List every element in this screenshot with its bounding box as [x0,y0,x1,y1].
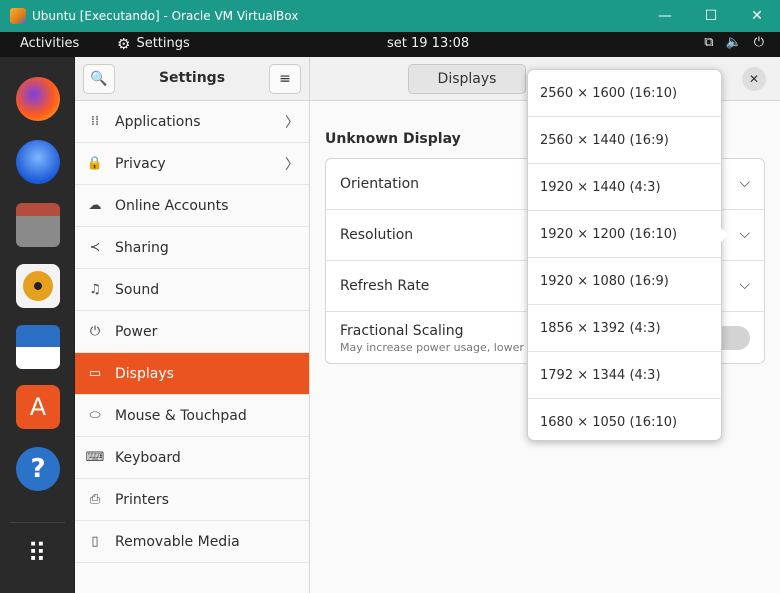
mouse-touchpad-icon: ⬭ [89,408,101,423]
libreoffice-writer-icon[interactable] [16,325,60,369]
resolution-option[interactable]: 1856 × 1392 (4:3) [528,305,721,352]
printers-icon: ⎙ [89,492,101,507]
sidebar-item-removable-media[interactable]: ▯ Removable Media [75,521,309,563]
chevron-down-icon: ⌵ [739,175,750,191]
show-apps-icon[interactable]: ⠿ [16,532,60,576]
dock-separator [10,522,65,523]
sidebar-header: 🔍 Settings ≡ [75,57,310,101]
volume-icon: 🔈 [725,35,742,50]
fractional-scaling-label: Fractional Scaling [340,323,464,339]
refresh-rate-label: Refresh Rate [340,278,430,294]
online-accounts-icon: ☁ [88,198,102,213]
sidebar-item-label: Online Accounts [115,197,229,214]
close-icon: ✕ [748,72,760,86]
rhythmbox-icon[interactable] [16,264,60,308]
sidebar-item-label: Applications [115,113,201,130]
minimize-button[interactable]: — [642,0,688,32]
resolution-option[interactable]: 2560 × 1600 (16:10) [528,70,721,117]
chevron-right-icon: 〉 [285,156,299,173]
clock[interactable]: set 19 13:08 [387,36,469,51]
sidebar-item-displays[interactable]: ▭ Displays [75,353,309,395]
power-icon: ⏻ [89,324,101,339]
close-window-button[interactable]: ✕ [734,0,780,32]
close-button[interactable]: ✕ [742,67,766,91]
popover-arrow [721,228,728,242]
activities-button[interactable]: Activities [20,36,79,51]
hamburger-icon: ≡ [279,71,291,87]
privacy-icon: 🔒 [86,156,104,171]
virtualbox-icon [10,8,26,24]
sidebar-item-applications[interactable]: ⁞⁞ Applications 〉 [75,101,309,143]
resolution-dropdown: 2560 × 1600 (16:10) 2560 × 1440 (16:9) 192… [527,69,722,441]
resolution-option[interactable]: 2560 × 1440 (16:9) [528,117,721,164]
sidebar-item-label: Displays [115,365,174,382]
menu-button[interactable]: ≡ [269,64,301,94]
removable-media-icon: ▯ [91,534,99,549]
sidebar-item-label: Printers [115,491,169,508]
gear-icon: ⚙ [117,34,131,53]
resolution-option[interactable]: 1920 × 1080 (16:9) [528,258,721,305]
resolution-label: Resolution [340,227,414,243]
fractional-scaling-subtitle: May increase power usage, lower sp [340,341,541,354]
tab-displays[interactable]: Displays [408,64,526,94]
applications-icon: ⁞⁞ [90,114,100,129]
window-title: Ubuntu [Executando] - Oracle VM VirtualB… [32,9,299,23]
sidebar-item-printers[interactable]: ⎙ Printers [75,479,309,521]
power-icon: ⏻ [753,35,764,50]
software-store-icon[interactable]: A [16,385,60,429]
gnome-topbar: Activities ⚙ Settings set 19 13:08 ⧉ 🔈 ⏻ [0,32,780,57]
resolution-option[interactable]: 1680 × 1050 (16:10) [528,399,721,446]
resolution-option[interactable]: 1792 × 1344 (4:3) [528,352,721,399]
vbox-titlebar: Ubuntu [Executando] - Oracle VM VirtualB… [0,0,780,32]
firefox-icon[interactable] [16,77,60,121]
display-name: Unknown Display [325,131,461,147]
sidebar-item-keyboard[interactable]: ⌨ Keyboard [75,437,309,479]
network-icon: ⧉ [704,35,714,50]
dock: A ? ⠿ [0,57,75,593]
sidebar-item-label: Mouse & Touchpad [115,407,247,424]
sidebar-item-label: Sharing [115,239,169,256]
sidebar-item-online-accounts[interactable]: ☁ Online Accounts [75,185,309,227]
orientation-label: Orientation [340,176,420,192]
sidebar-item-sound[interactable]: ♫ Sound [75,269,309,311]
chevron-down-icon: ⌵ [739,277,750,293]
sharing-icon: ≺ [89,240,101,255]
files-icon[interactable] [16,203,60,247]
maximize-button[interactable]: ☐ [688,0,734,32]
keyboard-icon: ⌨ [85,450,105,465]
sidebar-item-label: Removable Media [115,533,240,550]
resolution-option[interactable]: 1920 × 1200 (16:10) [528,211,721,258]
resolution-option[interactable]: 1920 × 1440 (4:3) [528,164,721,211]
sidebar-item-privacy[interactable]: 🔒 Privacy 〉 [75,143,309,185]
sound-icon: ♫ [89,282,101,297]
sidebar-item-power[interactable]: ⏻ Power [75,311,309,353]
sidebar-item-sharing[interactable]: ≺ Sharing [75,227,309,269]
chevron-right-icon: 〉 [285,114,299,131]
app-menu-label: Settings [136,36,190,51]
system-tray[interactable]: ⧉ 🔈 ⏻ [704,35,764,50]
sidebar-item-label: Power [115,323,158,340]
displays-icon: ▭ [88,366,102,381]
sidebar-item-mouse-touchpad[interactable]: ⬭ Mouse & Touchpad [75,395,309,437]
help-icon[interactable]: ? [16,447,60,491]
sidebar-item-label: Sound [115,281,160,298]
thunderbird-icon[interactable] [16,140,60,184]
app-menu[interactable]: ⚙ Settings [117,36,190,51]
chevron-down-icon: ⌵ [739,226,750,242]
sidebar-item-label: Privacy [115,155,166,172]
sidebar: ⁞⁞ Applications 〉 🔒 Privacy 〉 ☁ Online Accounts… [75,101,310,593]
sidebar-item-label: Keyboard [115,449,181,466]
